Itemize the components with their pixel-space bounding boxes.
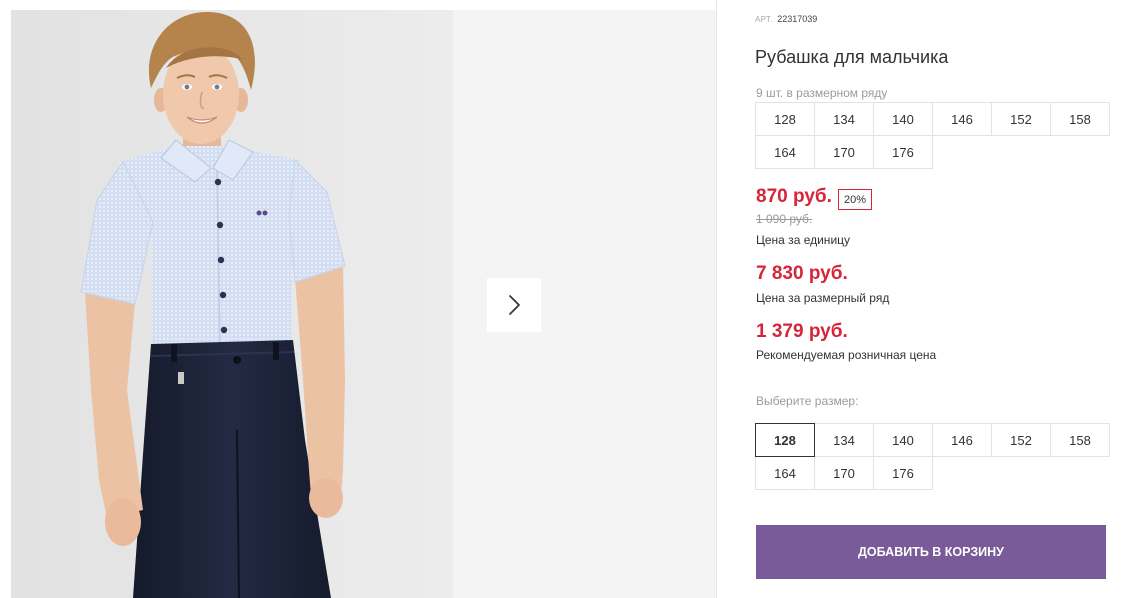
- belt-loop: [171, 344, 177, 362]
- size-option[interactable]: 128: [755, 423, 815, 457]
- iris: [214, 84, 220, 90]
- retail-price-caption: Рекомендуемая розничная цена: [756, 348, 937, 362]
- product-title: Рубашка для мальчика: [755, 47, 949, 67]
- trousers-tag: [178, 372, 184, 384]
- old-price: 1 090 руб.: [756, 212, 813, 226]
- shirt-button: [216, 221, 224, 229]
- size-option[interactable]: 170: [814, 456, 874, 490]
- size-option[interactable]: 152: [991, 423, 1051, 457]
- size-option[interactable]: 146: [932, 423, 992, 457]
- pack-size-cell: 128: [755, 102, 815, 136]
- pack-size-cell: 176: [873, 135, 933, 169]
- pack-size-cell: 170: [814, 135, 874, 169]
- gallery-next-button[interactable]: [487, 278, 541, 332]
- product-photo[interactable]: [11, 10, 453, 598]
- size-option[interactable]: 140: [873, 423, 933, 457]
- pack-size-cell: 158: [1050, 102, 1110, 136]
- article-number: АРТ. 22317039: [755, 13, 817, 26]
- chevron-right-icon: [509, 295, 520, 315]
- unit-price: 870 руб.: [756, 186, 832, 207]
- iris: [184, 84, 190, 90]
- pack-size-cell: 140: [873, 102, 933, 136]
- size-option[interactable]: 164: [755, 456, 815, 490]
- product-info: АРТ. 22317039 Рубашка для мальчика 9 шт.…: [755, 0, 1113, 598]
- pack-size-cell: 134: [814, 102, 874, 136]
- shirt-button: [214, 178, 222, 186]
- article-value: 22317039: [777, 14, 818, 24]
- right-hand: [309, 478, 343, 518]
- logo-mark: [256, 210, 262, 216]
- logo-mark: [262, 210, 268, 216]
- shirt-button: [217, 256, 225, 264]
- gallery-next-slide: [453, 10, 716, 598]
- panel-divider: [716, 0, 717, 598]
- pack-size-cell: 146: [932, 102, 992, 136]
- shirt-button: [219, 291, 227, 299]
- unit-price-caption: Цена за единицу: [756, 233, 851, 247]
- choose-size-label: Выберите размер:: [756, 394, 859, 408]
- pack-size-grid: 128 134 140 146 152 158 164 170 176: [755, 102, 1113, 169]
- pack-size-cell: 152: [991, 102, 1051, 136]
- pack-price-caption: Цена за размерный ряд: [756, 291, 890, 305]
- pack-price: 7 830 руб.: [756, 263, 848, 284]
- size-option[interactable]: 176: [873, 456, 933, 490]
- article-label: АРТ.: [755, 15, 773, 24]
- shirt-button: [220, 326, 228, 334]
- retail-price: 1 379 руб.: [756, 321, 848, 342]
- add-to-cart-button[interactable]: ДОБАВИТЬ В КОРЗИНУ: [756, 525, 1106, 579]
- size-option[interactable]: 134: [814, 423, 874, 457]
- left-hand: [105, 498, 141, 546]
- product-photo-image: [11, 10, 453, 598]
- pack-note: 9 шт. в размерном ряду: [756, 86, 888, 100]
- size-selector: 128 134 140 146 152 158 164 170 176: [755, 423, 1113, 490]
- size-option[interactable]: 158: [1050, 423, 1110, 457]
- belt-loop: [273, 342, 279, 360]
- pack-size-cell: 164: [755, 135, 815, 169]
- trousers-button: [233, 356, 241, 364]
- discount-badge: 20%: [838, 189, 872, 210]
